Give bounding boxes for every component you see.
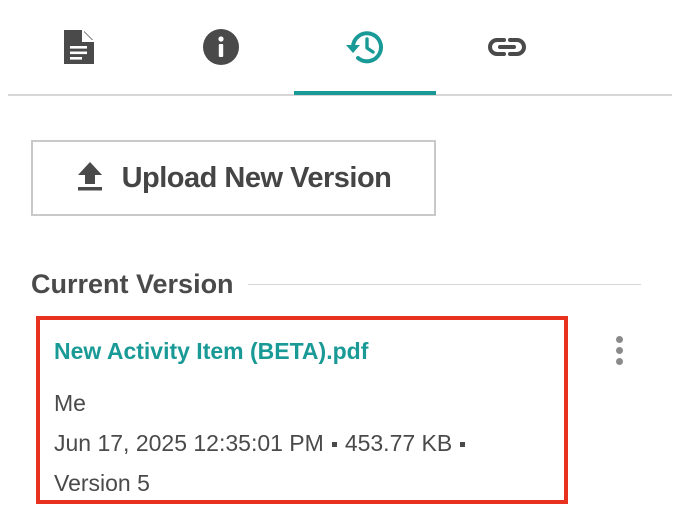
current-version-card: New Activity Item (BETA).pdf Me Jun 17, … [36,316,568,504]
upload-new-version-button[interactable]: Upload New Version [31,140,436,216]
more-vertical-icon-dot [615,346,623,354]
current-version-header: Current Version [31,262,641,306]
version-number: Version 5 [54,470,150,496]
tab-link[interactable] [436,0,578,94]
more-options-button[interactable] [604,330,634,370]
tab-document[interactable] [8,0,150,94]
more-vertical-icon-dot [615,357,623,365]
upload-button-label: Upload New Version [121,161,392,194]
version-owner: Me [54,390,86,416]
document-icon [62,28,96,66]
more-vertical-icon-dot [615,335,623,343]
tab-history[interactable] [294,0,436,95]
tab-info[interactable] [150,0,292,94]
version-date: Jun 17, 2025 12:35:01 PM [54,430,324,456]
section-divider [247,283,641,285]
upload-icon [76,160,104,197]
separator-dot [460,442,466,448]
section-title: Current Version [31,268,234,299]
sidebar-tabs [8,0,672,96]
file-name-link[interactable]: New Activity Item (BETA).pdf [54,338,368,365]
version-meta-line: Jun 17, 2025 12:35:01 PM 453.77 KB [54,430,473,457]
info-icon [202,28,240,66]
separator-dot [331,442,337,448]
link-icon [487,35,527,59]
history-icon [344,28,386,66]
file-size: 453.77 KB [344,430,453,456]
